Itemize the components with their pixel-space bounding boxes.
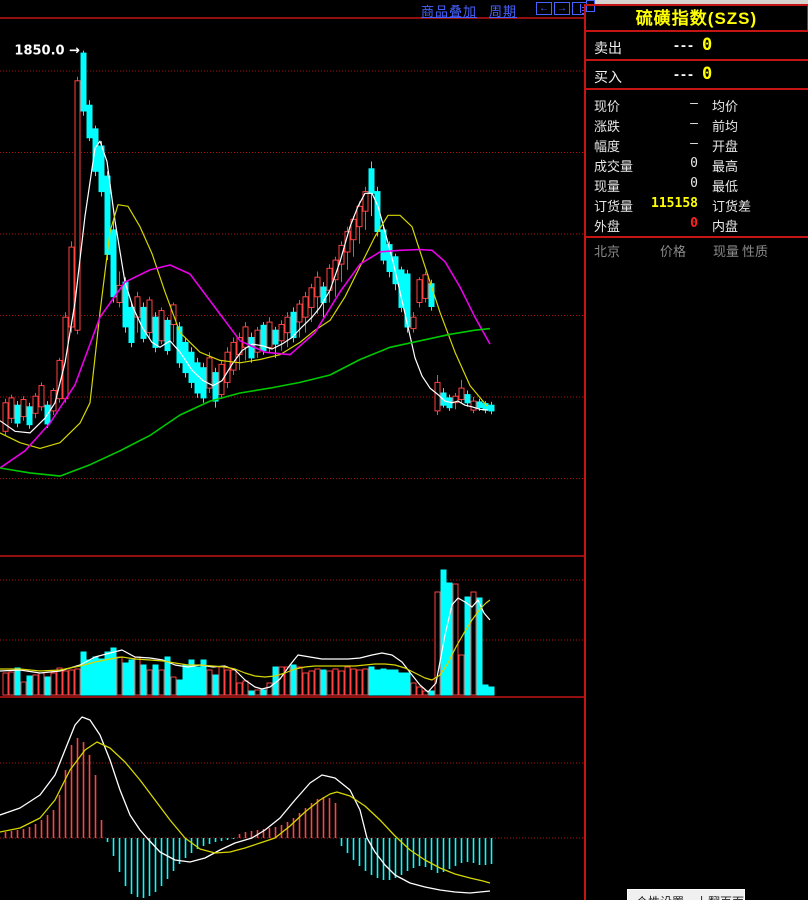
row-label: 成交量 — [594, 156, 633, 175]
row-right-label: 订货差 — [712, 196, 751, 215]
price-annotation: 1850.0 → — [14, 44, 80, 59]
row-label: 现价 — [594, 96, 620, 115]
sell-row: 卖出 --- 0 — [586, 32, 808, 61]
row-value: 0 — [640, 216, 698, 231]
chart-toolbar: 商品叠加 周期 ← → — [0, 0, 586, 17]
watch-header-0: 北京 — [594, 241, 620, 260]
sell-volume-value: 0 — [702, 35, 712, 55]
quote-row-0: 现价 — 均价 — [586, 94, 808, 114]
app-window: 1850.0 → 商品叠加 周期 ← → 硫磺指数(SZS) 卖出 --- 0 … — [0, 0, 808, 900]
row-value: — — [640, 136, 698, 151]
quote-row-3: 成交量 0 最高 — [586, 154, 808, 174]
watch-header-3: 性质 — [742, 241, 768, 260]
buy-label: 买入 — [594, 67, 622, 87]
watch-header-2: 现量 — [713, 241, 739, 260]
overlay-link[interactable]: 商品叠加 — [421, 1, 477, 20]
quote-row-6: 外盘 0 内盘 — [586, 214, 808, 234]
sell-label: 卖出 — [594, 38, 622, 58]
row-label: 现量 — [594, 176, 620, 195]
popup-item-0[interactable]: 个性设置 — [636, 893, 684, 900]
row-value: 0 — [640, 156, 698, 171]
row-right-label: 最高 — [712, 156, 738, 175]
panel-separator — [586, 236, 808, 238]
quote-row-5: 订货量 115158 订货差 — [586, 194, 808, 214]
prev-page-arrow-icon[interactable]: ← — [536, 2, 552, 15]
period-link[interactable]: 周期 — [489, 1, 517, 20]
row-label: 外盘 — [594, 216, 620, 235]
buy-price-dashes: --- — [674, 66, 695, 83]
row-label: 幅度 — [594, 136, 620, 155]
instrument-title: 硫磺指数(SZS) — [636, 9, 757, 28]
instrument-title-box: 硫磺指数(SZS) — [586, 4, 808, 32]
row-value: 115158 — [640, 196, 698, 211]
sell-price-dashes: --- — [674, 37, 695, 54]
row-value: 0 — [640, 176, 698, 191]
buy-volume-value: 0 — [702, 64, 712, 84]
popup-item-1[interactable]: 上翻页面 — [696, 893, 744, 900]
settings-popup: 个性设置 上翻页面 — [627, 889, 745, 900]
row-value: — — [640, 96, 698, 111]
watchlist-header: 北京 价格 现量性质 — [586, 240, 808, 258]
row-right-label: 最低 — [712, 176, 738, 195]
quote-row-4: 现量 0 最低 — [586, 174, 808, 194]
quote-row-1: 涨跌 — 前均 — [586, 114, 808, 134]
row-value: — — [640, 116, 698, 131]
quote-panel: 硫磺指数(SZS) 卖出 --- 0 买入 --- 0 现价—均价涨跌—前均幅度… — [586, 0, 808, 900]
watch-header-1: 价格 — [660, 241, 686, 260]
next-page-arrow-icon[interactable]: → — [554, 2, 570, 15]
row-right-label: 内盘 — [712, 216, 738, 235]
row-label: 订货量 — [594, 196, 633, 215]
quote-row-2: 幅度 — 开盘 — [586, 134, 808, 154]
quote-info-rows: 现价—均价涨跌—前均幅度—开盘成交量0最高现量0最低订货量115158订货差外盘… — [586, 94, 808, 234]
buy-row: 买入 --- 0 — [586, 61, 808, 90]
row-label: 涨跌 — [594, 116, 620, 135]
row-right-label: 前均 — [712, 116, 738, 135]
row-right-label: 均价 — [712, 96, 738, 115]
row-right-label: 开盘 — [712, 136, 738, 155]
kline-chart[interactable]: 1850.0 → — [0, 0, 586, 900]
